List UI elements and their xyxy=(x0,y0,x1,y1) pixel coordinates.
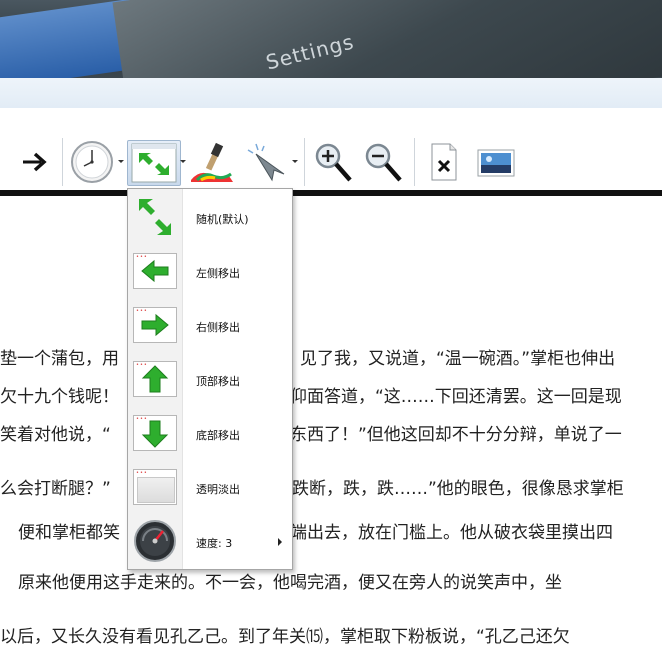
menu-item-speed[interactable]: 速度: 3 xyxy=(128,516,292,566)
random-transition-icon xyxy=(133,195,177,239)
menu-item-bottom[interactable]: ••• 底部移出 xyxy=(128,408,292,458)
arrow-up-icon: ••• xyxy=(133,357,177,401)
text-line-2a: 欠十九个钱呢！ xyxy=(0,387,119,407)
banner-dark-panel xyxy=(112,0,662,78)
text-line-5b: 端出去，放在门槛上。他从破衣袋里摸出四 xyxy=(290,523,613,543)
arrow-right-icon: ••• xyxy=(133,303,177,347)
zoom-in-icon[interactable] xyxy=(310,140,356,184)
text-line-2b: 仰面答道，“这……下回还清罢。这一回是现 xyxy=(290,387,622,407)
transition-button[interactable] xyxy=(127,140,181,186)
arrow-left-icon: ••• xyxy=(133,249,177,293)
toolbar-separator xyxy=(304,138,305,186)
sub-bar xyxy=(0,78,662,108)
arrow-down-icon: ••• xyxy=(133,411,177,455)
arrow-right-icon[interactable] xyxy=(18,140,52,184)
text-line-6: 原来他便用这手走来的。不一会，他喝完酒，便又在旁人的说笑声中，坐 xyxy=(18,573,562,593)
menu-item-top[interactable]: ••• 顶部移出 xyxy=(128,354,292,404)
transition-dropdown-arrow[interactable] xyxy=(180,160,186,163)
menu-item-label: 左侧移出 xyxy=(196,267,240,280)
clock-icon[interactable] xyxy=(68,140,116,184)
speedometer-icon xyxy=(133,519,177,563)
transition-menu: 随机(默认) ••• 左侧移出 ••• 右侧移出 ••• 顶部移出 ••• 底部… xyxy=(127,188,293,570)
menu-item-label: 底部移出 xyxy=(196,429,240,442)
transition-icon xyxy=(131,143,177,183)
toolbar-separator xyxy=(62,138,63,186)
zoom-out-icon[interactable] xyxy=(360,140,406,184)
text-line-1b: 见了我，又说道，“温一碗酒。”掌柜也伸出 xyxy=(300,349,616,369)
toolbar xyxy=(0,120,662,196)
fade-icon: ••• xyxy=(133,465,177,509)
menu-item-label: 顶部移出 xyxy=(196,375,240,388)
close-document-icon[interactable] xyxy=(424,140,464,184)
header-banner: Settings xyxy=(0,0,662,78)
menu-item-label: 随机(默认) xyxy=(196,213,249,226)
text-line-3b: 东西了！”但他这回却不十分分辩，单说了一 xyxy=(290,425,622,445)
image-icon[interactable] xyxy=(474,140,518,184)
menu-item-right[interactable]: ••• 右侧移出 xyxy=(128,300,292,350)
text-line-1a: 垫一个蒲包，用 xyxy=(0,349,119,369)
submenu-arrow-icon xyxy=(278,538,282,546)
text-line-7: 以后，又长久没有看见孔乙己。到了年关⒂，掌柜取下粉板说，“孔乙己还欠 xyxy=(0,627,570,647)
brush-icon[interactable] xyxy=(188,140,238,184)
toolbar-separator xyxy=(414,138,415,186)
pointer-dropdown-arrow[interactable] xyxy=(292,160,298,163)
text-line-5a: 便和掌柜都笑 xyxy=(18,523,120,543)
pointer-icon[interactable] xyxy=(240,140,288,184)
menu-item-label: 速度: 3 xyxy=(196,537,233,550)
text-line-4a: 么会打断腿？” xyxy=(0,479,111,499)
text-line-4b: 跌断，跌，跌……”他的眼色，很像恳求掌柜 xyxy=(292,479,624,499)
menu-item-fade[interactable]: ••• 透明淡出 xyxy=(128,462,292,512)
menu-item-label: 右侧移出 xyxy=(196,321,240,334)
menu-item-label: 透明淡出 xyxy=(196,483,240,496)
clock-dropdown-arrow[interactable] xyxy=(118,160,124,163)
text-line-3a: 笑着对他说，“ xyxy=(0,425,111,445)
menu-item-left[interactable]: ••• 左侧移出 xyxy=(128,246,292,296)
menu-item-random[interactable]: 随机(默认) xyxy=(128,192,292,242)
